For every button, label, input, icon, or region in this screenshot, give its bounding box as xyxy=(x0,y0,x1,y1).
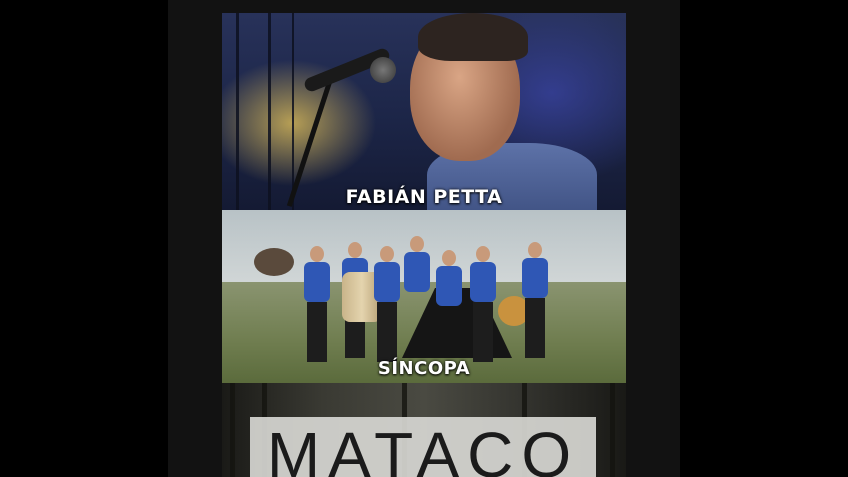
artist-name-label: SÍNCOPA xyxy=(377,358,471,379)
artist-logo-text: MATACO xyxy=(266,419,580,477)
tree-trunk xyxy=(610,383,615,477)
microphone-head-icon xyxy=(370,57,396,83)
tree-trunk xyxy=(230,383,235,477)
artist-panel-fabian-petta: FABIÁN PETTA xyxy=(222,13,626,210)
logo-plate: MATACO xyxy=(250,417,596,477)
guitar-icon xyxy=(254,248,294,276)
stage-truss xyxy=(268,13,271,210)
artist-panel-sincopa: SÍNCOPA xyxy=(222,210,626,383)
stage-truss xyxy=(236,13,239,210)
singer-hair xyxy=(418,13,528,61)
artist-name-label: FABIÁN PETTA xyxy=(345,186,503,208)
artist-panel-mataco: MATACO xyxy=(222,383,626,477)
